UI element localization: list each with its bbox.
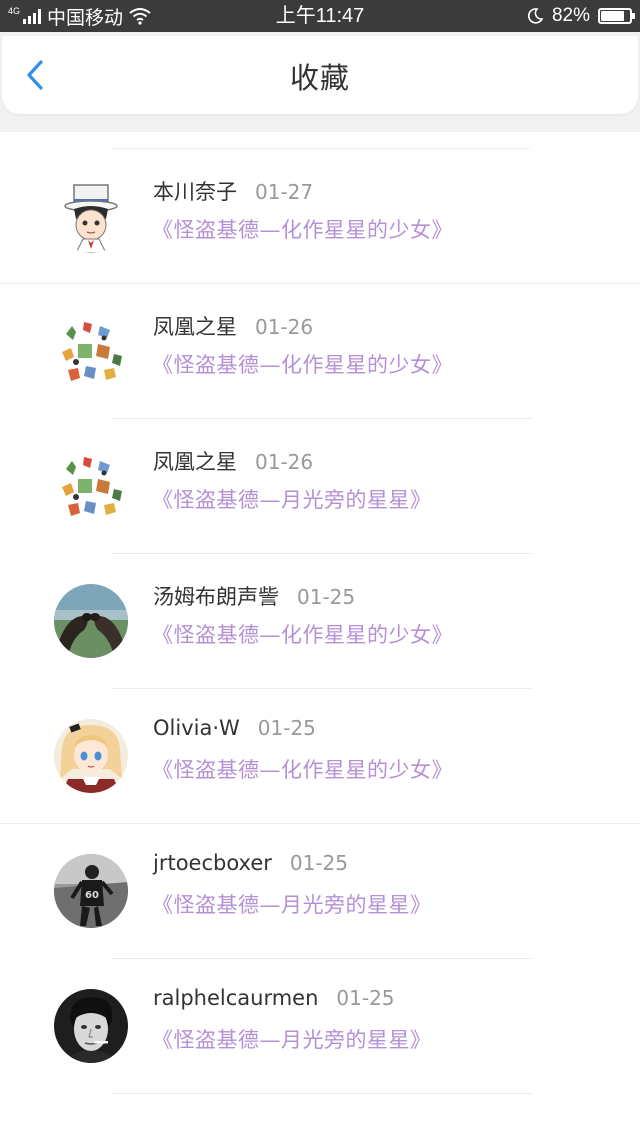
- book-title-link[interactable]: 《怪盗基德—化作星星的少女》: [152, 619, 453, 649]
- list-item[interactable]: ralphelcaurmen 01-25 《怪盗基德—月光旁的星星》: [0, 958, 640, 1093]
- list-item[interactable]: 本川奈子 01-27 《怪盗基德—化作星星的少女》: [0, 148, 640, 283]
- cartoon-collage-avatar[interactable]: [54, 314, 128, 388]
- user-name[interactable]: 凤凰之星: [153, 446, 237, 476]
- book-title-link[interactable]: 《怪盗基德—化作星星的少女》: [152, 214, 453, 244]
- list-item[interactable]: 60 jrtoecboxer 01-25 《怪盗基德—月光旁的星星》: [0, 823, 640, 958]
- basketball-player-avatar[interactable]: 60: [54, 854, 128, 928]
- book-title-link[interactable]: 《怪盗基德—月光旁的星星》: [152, 484, 432, 514]
- item-date: 01-25: [336, 986, 395, 1010]
- nav-header: 收藏: [2, 36, 638, 114]
- list-item[interactable]: 凤凰之星 01-26 《怪盗基德—化作星星的少女》: [0, 283, 640, 418]
- battery-level: [601, 11, 624, 21]
- item-meta: 本川奈子 01-27: [153, 176, 313, 210]
- svg-text:60: 60: [85, 890, 99, 901]
- list-item[interactable]: Olivia·W 01-25 《怪盗基德—化作星星的少女》: [0, 688, 640, 823]
- user-name[interactable]: 本川奈子: [153, 176, 237, 206]
- cartoon-collage-avatar[interactable]: [54, 449, 128, 523]
- status-bar: 4G 中国移动 上午11:47 82%: [0, 0, 640, 32]
- item-meta: Olivia·W 01-25: [153, 716, 316, 750]
- book-title-link[interactable]: 《怪盗基德—月光旁的星星》: [152, 889, 432, 919]
- item-date: 01-26: [255, 315, 314, 339]
- list-item[interactable]: 汤姆布朗声訾 01-25 《怪盗基德—化作星星的少女》: [0, 553, 640, 688]
- item-meta: 凤凰之星 01-26: [153, 446, 313, 480]
- battery-percent: 82%: [551, 5, 590, 26]
- book-title-link[interactable]: 《怪盗基德—化作星星的少女》: [152, 754, 453, 784]
- user-name[interactable]: jrtoecboxer: [153, 851, 272, 875]
- item-meta: 汤姆布朗声訾 01-25: [153, 581, 355, 615]
- item-meta: jrtoecboxer 01-25: [153, 851, 348, 885]
- book-title-link[interactable]: 《怪盗基德—化作星星的少女》: [152, 349, 453, 379]
- user-name[interactable]: ralphelcaurmen: [153, 986, 318, 1010]
- item-meta: ralphelcaurmen 01-25: [153, 986, 395, 1020]
- item-date: 01-25: [257, 716, 316, 740]
- item-date: 01-27: [255, 180, 314, 204]
- status-right: 82%: [526, 0, 635, 32]
- anime-girl-avatar[interactable]: [54, 719, 128, 793]
- item-date: 01-25: [297, 585, 356, 609]
- man-portrait-avatar[interactable]: [54, 989, 128, 1063]
- moon-icon: [526, 7, 544, 25]
- list-item[interactable]: 凤凰之星 01-26 《怪盗基德—月光旁的星星》: [0, 418, 640, 553]
- battery-icon: [598, 8, 635, 24]
- item-meta: 凤凰之星 01-26: [153, 311, 313, 345]
- user-name[interactable]: 凤凰之星: [153, 311, 237, 341]
- item-date: 01-25: [289, 851, 349, 875]
- user-name[interactable]: Olivia·W: [153, 716, 240, 740]
- divider: [112, 1093, 532, 1094]
- anime-detective-avatar[interactable]: [54, 179, 128, 253]
- sea-lions-avatar[interactable]: [54, 584, 128, 658]
- page-title: 收藏: [289, 61, 350, 95]
- book-title-link[interactable]: 《怪盗基德—月光旁的星星》: [152, 1024, 432, 1054]
- item-date: 01-26: [255, 450, 314, 474]
- user-name[interactable]: 汤姆布朗声訾: [153, 581, 279, 611]
